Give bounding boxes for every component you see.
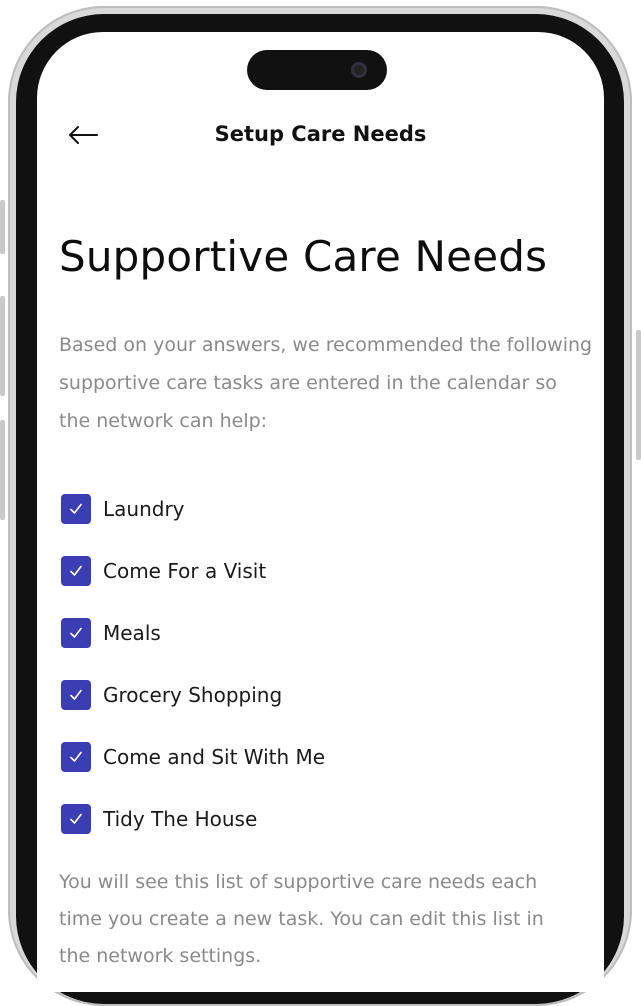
checkbox-checked[interactable] bbox=[61, 804, 91, 834]
checkbox-checked[interactable] bbox=[61, 618, 91, 648]
care-need-label: Come and Sit With Me bbox=[103, 745, 326, 769]
checkmark-icon bbox=[70, 813, 82, 824]
side-button-right bbox=[636, 330, 641, 460]
intro-text: Based on your answers, we recommended th… bbox=[59, 334, 593, 432]
checkbox-checked[interactable] bbox=[61, 680, 91, 710]
camera-icon bbox=[351, 62, 367, 78]
care-need-item-grocery[interactable]: Grocery Shopping bbox=[61, 664, 581, 726]
top-bar: Setup Care Needs bbox=[37, 120, 604, 160]
checkmark-icon bbox=[70, 565, 82, 576]
care-need-item-tidy[interactable]: Tidy The House bbox=[61, 788, 581, 850]
app-screen: Setup Care Needs Supportive Care Needs B… bbox=[37, 32, 604, 992]
care-need-label: Laundry bbox=[103, 497, 185, 521]
care-need-label: Tidy The House bbox=[103, 807, 258, 831]
checkmark-icon bbox=[70, 503, 82, 514]
page-title: Supportive Care Needs bbox=[59, 232, 548, 281]
side-button-left-3 bbox=[0, 420, 5, 520]
care-need-item-sit[interactable]: Come and Sit With Me bbox=[61, 726, 581, 788]
care-need-item-visit[interactable]: Come For a Visit bbox=[61, 540, 581, 602]
care-need-label: Come For a Visit bbox=[103, 559, 267, 583]
checkmark-icon bbox=[70, 751, 82, 762]
side-button-left-1 bbox=[0, 200, 5, 254]
dynamic-island bbox=[247, 50, 387, 90]
checkbox-checked[interactable] bbox=[61, 494, 91, 524]
checkmark-icon bbox=[70, 689, 82, 700]
checkbox-checked[interactable] bbox=[61, 742, 91, 772]
care-need-item-meals[interactable]: Meals bbox=[61, 602, 581, 664]
checkbox-checked[interactable] bbox=[61, 556, 91, 586]
side-button-left-2 bbox=[0, 296, 5, 396]
care-need-item-laundry[interactable]: Laundry bbox=[61, 478, 581, 540]
header-title: Setup Care Needs bbox=[214, 122, 427, 146]
care-needs-list: Laundry Come For a Visit Meals Grocery S… bbox=[61, 478, 581, 850]
footer-note: You will see this list of supportive car… bbox=[59, 871, 544, 967]
care-need-label: Meals bbox=[103, 621, 161, 645]
care-need-label: Grocery Shopping bbox=[103, 683, 283, 707]
checkmark-icon bbox=[70, 627, 82, 638]
